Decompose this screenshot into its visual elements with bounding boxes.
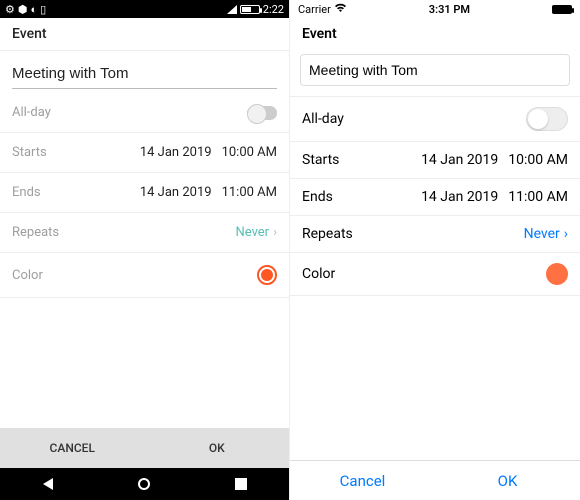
home-icon[interactable] bbox=[138, 478, 150, 490]
status-icons-right: 2:22 bbox=[227, 3, 284, 16]
status-left: Carrier bbox=[298, 3, 347, 16]
allday-toggle[interactable] bbox=[247, 106, 277, 120]
status-time: 2:22 bbox=[263, 3, 284, 16]
battery-icon bbox=[552, 5, 572, 14]
ios-status-bar: Carrier 3:31 PM bbox=[290, 0, 580, 18]
form-body: All-day Starts 14 Jan 2019 10:00 AM Ends… bbox=[290, 50, 580, 460]
ends-label: Ends bbox=[302, 189, 411, 205]
cancel-button[interactable]: CANCEL bbox=[0, 428, 145, 468]
carrier-label: Carrier bbox=[298, 3, 331, 16]
repeats-label: Repeats bbox=[302, 226, 524, 242]
ends-label: Ends bbox=[12, 185, 130, 200]
footer-buttons: Cancel OK bbox=[290, 460, 580, 500]
starts-label: Starts bbox=[302, 152, 411, 168]
starts-date: 14 Jan 2019 bbox=[140, 145, 212, 160]
wifi-icon bbox=[334, 3, 347, 16]
color-label: Color bbox=[12, 268, 257, 283]
color-label: Color bbox=[302, 266, 546, 282]
repeats-label: Repeats bbox=[12, 225, 235, 240]
repeats-value: Never bbox=[524, 226, 560, 242]
ends-row[interactable]: Ends 14 Jan 2019 11:00 AM bbox=[290, 179, 580, 216]
ios-panel: Carrier 3:31 PM Event All-day Starts 14 … bbox=[290, 0, 580, 500]
recents-icon[interactable] bbox=[235, 478, 247, 490]
android-nav-bar bbox=[0, 468, 289, 500]
status-right bbox=[552, 5, 572, 14]
ok-button[interactable]: OK bbox=[145, 428, 290, 468]
event-name-input[interactable] bbox=[300, 54, 570, 86]
color-swatch[interactable] bbox=[257, 265, 277, 285]
android-status-bar: ⚙ ⬢ ◐ ▯ 2:22 bbox=[0, 0, 289, 18]
ends-date: 14 Jan 2019 bbox=[140, 185, 212, 200]
color-row[interactable]: Color bbox=[0, 253, 289, 298]
allday-row[interactable]: All-day bbox=[290, 96, 580, 142]
page-title: Event bbox=[0, 18, 289, 51]
starts-date: 14 Jan 2019 bbox=[421, 152, 498, 168]
page-title: Event bbox=[290, 18, 580, 50]
allday-label: All-day bbox=[12, 105, 247, 120]
gear-icon: ⚙ bbox=[5, 3, 15, 16]
ends-time: 11:00 AM bbox=[508, 189, 568, 205]
android-panel: ⚙ ⬢ ◐ ▯ 2:22 Event All-day Starts 14 Jan… bbox=[0, 0, 290, 500]
signal-icon bbox=[227, 5, 237, 14]
color-row[interactable]: Color bbox=[290, 253, 580, 296]
card-icon: ▯ bbox=[40, 3, 46, 16]
allday-row[interactable]: All-day bbox=[0, 93, 289, 133]
status-time: 3:31 PM bbox=[347, 3, 552, 16]
starts-label: Starts bbox=[12, 145, 130, 160]
circle-icon: ◐ bbox=[30, 3, 37, 16]
repeats-value: Never bbox=[235, 225, 269, 240]
ends-row[interactable]: Ends 14 Jan 2019 11:00 AM bbox=[0, 173, 289, 213]
status-icons-left: ⚙ ⬢ ◐ ▯ bbox=[5, 3, 46, 16]
footer-buttons: CANCEL OK bbox=[0, 428, 289, 468]
ok-button[interactable]: OK bbox=[435, 461, 580, 500]
repeats-row[interactable]: Repeats Never › bbox=[290, 216, 580, 253]
ends-time: 11:00 AM bbox=[222, 185, 277, 200]
chevron-right-icon: › bbox=[564, 226, 568, 242]
starts-row[interactable]: Starts 14 Jan 2019 10:00 AM bbox=[0, 133, 289, 173]
starts-row[interactable]: Starts 14 Jan 2019 10:00 AM bbox=[290, 142, 580, 179]
event-name-field-wrap bbox=[0, 51, 289, 93]
back-icon[interactable] bbox=[43, 478, 53, 490]
shield-icon: ⬢ bbox=[18, 3, 28, 16]
battery-icon bbox=[240, 5, 260, 14]
allday-toggle[interactable] bbox=[526, 107, 568, 131]
form-body: All-day Starts 14 Jan 2019 10:00 AM Ends… bbox=[0, 51, 289, 428]
starts-time: 10:00 AM bbox=[222, 145, 277, 160]
event-name-input[interactable] bbox=[12, 59, 277, 89]
chevron-right-icon: › bbox=[273, 225, 277, 240]
color-swatch[interactable] bbox=[546, 263, 568, 285]
ends-date: 14 Jan 2019 bbox=[421, 189, 498, 205]
allday-label: All-day bbox=[302, 111, 526, 127]
repeats-row[interactable]: Repeats Never › bbox=[0, 213, 289, 253]
event-name-field-wrap bbox=[290, 50, 580, 96]
cancel-button[interactable]: Cancel bbox=[290, 461, 435, 500]
starts-time: 10:00 AM bbox=[508, 152, 568, 168]
